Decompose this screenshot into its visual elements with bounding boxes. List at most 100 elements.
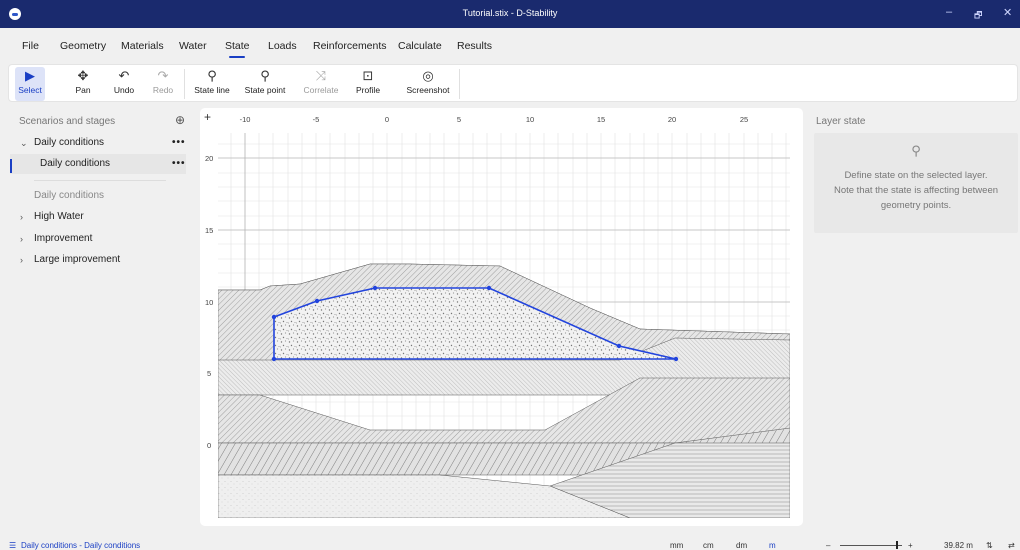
title-bar: Tutorial.stix - D-Stability – 🗗 ✕ [0, 0, 1020, 28]
x-tick-label: 0 [385, 115, 389, 124]
scenario-daily-conditions[interactable]: ⌄ Daily conditions ••• [0, 133, 196, 153]
redo-label: Redo [152, 85, 174, 95]
correlate-button[interactable]: ⤨ Correlate [301, 67, 341, 101]
swap-horizontal-icon[interactable]: ⇄ [1008, 541, 1015, 550]
select-button[interactable]: ▶ Select [15, 67, 45, 101]
message-line: Note that the state is affecting between [833, 185, 999, 196]
x-tick-label: -5 [313, 115, 320, 124]
menu-file[interactable]: File [22, 40, 39, 52]
profile-button[interactable]: ⊡ Profile [352, 67, 384, 101]
state-point-button[interactable]: ⚲ State point [241, 67, 289, 101]
vertex-point [372, 285, 378, 291]
unit-dm[interactable]: dm [736, 541, 747, 550]
vertex-point [271, 356, 277, 362]
screenshot-label: Screenshot [406, 85, 450, 95]
menu-geometry[interactable]: Geometry [60, 40, 106, 52]
message-line: geometry points. [880, 200, 952, 211]
scenario-label: Improvement [34, 233, 93, 244]
zoom-extent-button[interactable]: + [204, 110, 211, 124]
pan-button[interactable]: ✥ Pan [69, 67, 97, 101]
unit-mm[interactable]: mm [670, 541, 683, 550]
list-icon[interactable]: ☰ [9, 541, 16, 550]
scenario-high-water[interactable]: › High Water [0, 207, 196, 227]
stage-caption: Daily conditions [0, 186, 196, 206]
geometry-canvas[interactable]: + -10 -5 0 5 10 15 20 25 20 15 10 5 0 [200, 108, 803, 526]
state-line-button[interactable]: ⚲ State line [191, 67, 233, 101]
active-menu-indicator [229, 56, 245, 58]
select-cursor-icon: ▶ [25, 68, 35, 83]
chevron-right-icon: › [20, 255, 23, 265]
vertex-point [673, 356, 679, 362]
stage-caption-label: Daily conditions [34, 190, 105, 201]
menu-state[interactable]: State [225, 40, 250, 52]
scenario-improvement[interactable]: › Improvement [0, 229, 196, 249]
scenario-label: Daily conditions [34, 137, 105, 148]
close-button[interactable]: ✕ [1003, 6, 1012, 19]
y-tick-label: 5 [207, 369, 211, 378]
correlate-icon: ⤨ [315, 68, 327, 83]
chevron-right-icon: › [20, 212, 23, 222]
status-bar: ☰ Daily conditions - Daily conditions mm… [0, 538, 1020, 550]
geometry-drawing[interactable]: + -10 -5 0 5 10 15 20 25 20 15 10 5 0 [200, 108, 803, 526]
stage-daily-conditions[interactable]: Daily conditions ••• [10, 154, 186, 174]
toolbar-separator [184, 69, 185, 99]
zoom-out-button[interactable]: – [826, 541, 830, 550]
menu-bar: File Geometry Materials Water State Load… [0, 28, 1020, 62]
x-tick-label: 20 [668, 115, 676, 124]
pan-label: Pan [75, 85, 91, 95]
menu-calculate[interactable]: Calculate [398, 40, 442, 52]
x-axis-ticks: -10 -5 0 5 10 15 20 25 [240, 115, 749, 124]
menu-water[interactable]: Water [179, 40, 207, 52]
toolbar: ▶ Select ✥ Pan ↶ Undo ↷ Redo ⚲ State lin… [8, 64, 1018, 102]
menu-results[interactable]: Results [457, 40, 492, 52]
redo-button[interactable]: ↷ Redo [149, 67, 177, 101]
scenario-label: High Water [34, 211, 84, 222]
zoom-in-button[interactable]: + [908, 541, 913, 550]
screenshot-button[interactable]: ◎ Screenshot [402, 67, 454, 101]
undo-button[interactable]: ↶ Undo [110, 67, 138, 101]
camera-icon: ◎ [422, 68, 434, 83]
redo-icon: ↷ [157, 68, 169, 83]
stage-more-button[interactable]: ••• [172, 154, 186, 174]
menu-materials[interactable]: Materials [121, 40, 164, 52]
state-line-label: State line [194, 85, 230, 95]
minimize-button[interactable]: – [946, 6, 952, 18]
scenarios-sidebar: Scenarios and stages ⊕ ⌄ Daily condition… [0, 108, 196, 528]
add-scenario-button[interactable]: ⊕ [175, 113, 185, 127]
y-tick-label: 20 [205, 154, 213, 163]
zoom-slider-thumb[interactable] [895, 541, 898, 549]
message-line: Define state on the selected layer. [844, 170, 988, 181]
sidebar-divider [34, 180, 166, 181]
scenario-label: Large improvement [34, 254, 121, 265]
vertex-point [486, 285, 492, 291]
vertex-point [314, 298, 320, 304]
x-tick-label: 15 [597, 115, 605, 124]
state-point-label: State point [244, 85, 286, 95]
profile-icon: ⊡ [362, 68, 374, 83]
x-tick-label: 5 [457, 115, 461, 124]
scenarios-header: Scenarios and stages [19, 116, 116, 127]
vertex-point [616, 343, 622, 349]
undo-label: Undo [113, 85, 135, 95]
state-point-icon: ⚲ [911, 143, 921, 158]
maximize-button[interactable]: 🗗 [974, 8, 982, 24]
stage-label: Daily conditions [40, 158, 111, 169]
select-label: Select [18, 85, 42, 95]
swap-vertical-icon[interactable]: ⇅ [986, 541, 993, 550]
current-stage-status[interactable]: Daily conditions - Daily conditions [21, 541, 140, 550]
chevron-right-icon: › [20, 234, 23, 244]
state-line-icon: ⚲ [207, 68, 217, 83]
menu-reinforcements[interactable]: Reinforcements [313, 40, 387, 52]
y-tick-label: 15 [205, 226, 213, 235]
zoom-slider-track[interactable] [840, 545, 902, 546]
layer-state-header: Layer state [816, 116, 866, 127]
layer-state-message-box: ⚲ Define state on the selected layer. No… [814, 133, 1018, 233]
scenario-large-improvement[interactable]: › Large improvement [0, 250, 196, 270]
profile-label: Profile [355, 85, 381, 95]
unit-m[interactable]: m [769, 541, 776, 550]
menu-loads[interactable]: Loads [268, 40, 297, 52]
x-tick-label: -10 [240, 115, 251, 124]
scenario-more-button[interactable]: ••• [172, 133, 186, 153]
toolbar-separator [459, 69, 460, 99]
unit-cm[interactable]: cm [703, 541, 714, 550]
